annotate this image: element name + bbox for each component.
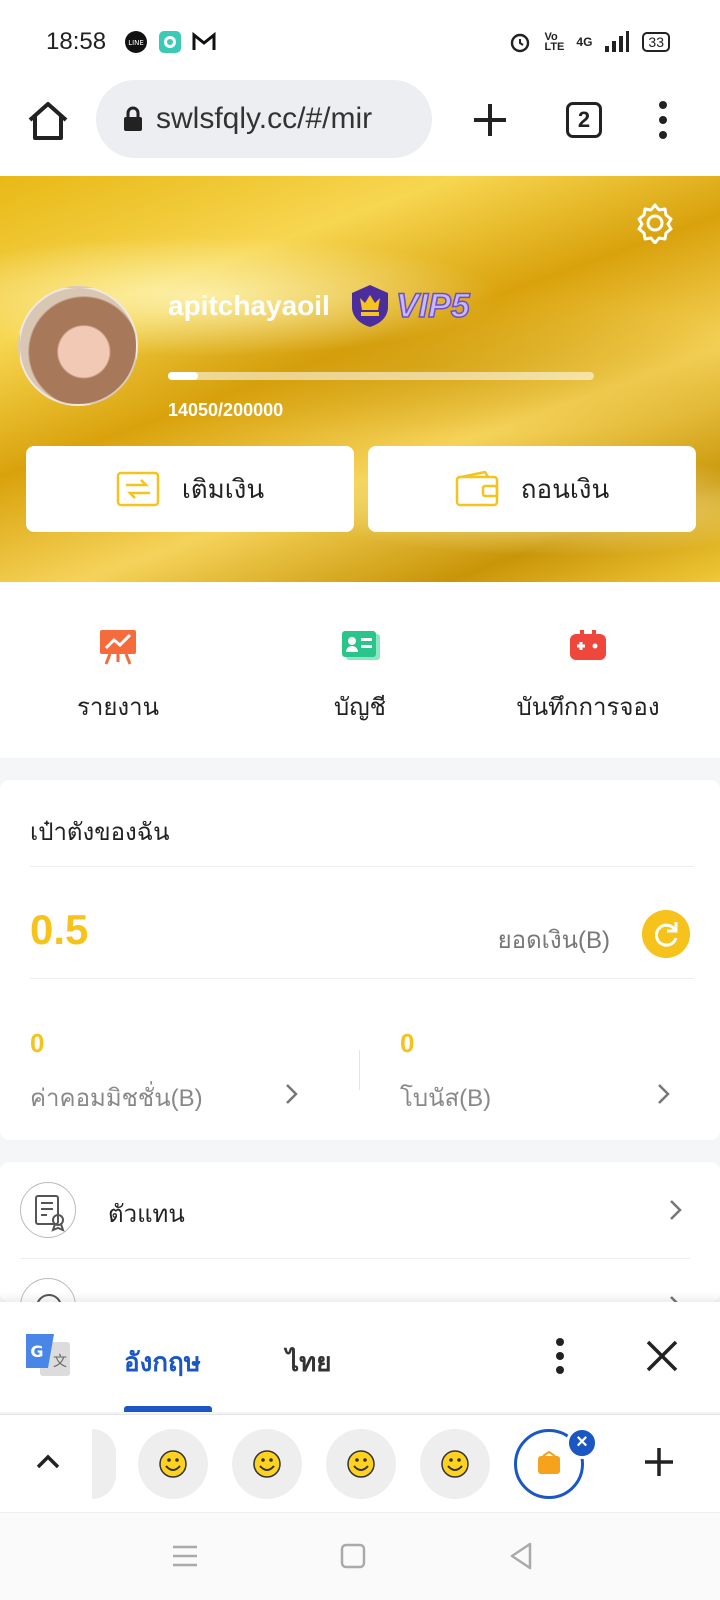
commission-label[interactable]: ค่าคอมมิชชั่น(B) [30, 1078, 203, 1117]
menu-lines-icon[interactable] [168, 1539, 202, 1573]
quick-nav-label: บัญชี [334, 694, 386, 721]
network-type: 4G [576, 35, 593, 49]
menu-icon-wrap [20, 1278, 76, 1302]
bonus-label[interactable]: โบนัส(B) [400, 1078, 491, 1117]
chevron-right-icon [670, 1200, 682, 1220]
new-tab-icon[interactable] [468, 98, 512, 142]
agent-document-icon [35, 1195, 65, 1232]
report-chart-icon [100, 630, 136, 665]
emoji-icon [253, 1450, 281, 1478]
commission-value: 0 [30, 1028, 45, 1058]
wallet-title: เป๋าตังของฉัน [30, 819, 170, 846]
plus-icon[interactable] [642, 1445, 676, 1479]
wallet-balance-label: ยอดเงิน(B) [497, 927, 610, 954]
target-language-tab[interactable]: ไทย [286, 1342, 331, 1383]
emoji-icon [441, 1450, 469, 1478]
lock-icon [124, 106, 142, 131]
url-text: swlsfqly.cc/#/mir [156, 102, 373, 135]
deposit-icon [116, 471, 160, 507]
emoji-icon [347, 1450, 375, 1478]
bubble-tray: × [0, 1414, 720, 1512]
more-vert-icon[interactable] [648, 98, 678, 142]
avatar[interactable] [18, 286, 138, 406]
wallet-card: เป๋าตังของฉัน 0.5 ยอดเงิน(B) 0 ค่าคอมมิช… [0, 780, 720, 1140]
username: apitchayaoil [168, 290, 330, 321]
wallet-balance: 0.5 [30, 906, 89, 953]
chevron-right-icon [670, 1296, 678, 1302]
bubble-partial[interactable] [92, 1429, 116, 1499]
deposit-label: เติมเงิน [181, 473, 265, 504]
profile-header: apitchayaoil VIP5 14050/200000 เติมเงิน … [0, 176, 720, 582]
chevron-right-icon[interactable] [284, 1082, 300, 1106]
system-nav-bar [0, 1512, 720, 1600]
translate-bar: G文 อังกฤษ ไทย [0, 1302, 720, 1412]
back-triangle-icon[interactable] [504, 1539, 538, 1573]
address-bar[interactable]: swlsfqly.cc/#/mir [96, 80, 432, 158]
chevron-up-icon[interactable] [34, 1447, 62, 1475]
volte-icon: Vo LTE [544, 31, 565, 53]
quick-nav-account[interactable]: บัญชี [260, 626, 460, 726]
quick-nav: รายงาน บัญชี บันทึกการจอง [0, 582, 720, 758]
google-translate-icon[interactable]: G文 [24, 1332, 72, 1378]
gmail-icon [192, 31, 216, 50]
chat-bubble-icon [159, 31, 181, 53]
close-bubble-button[interactable]: × [566, 1427, 598, 1459]
svg-text:文: 文 [53, 1354, 67, 1370]
status-time: 18:58 [46, 28, 107, 55]
quick-nav-report[interactable]: รายงาน [18, 626, 218, 726]
smile-icon [37, 1294, 61, 1302]
game-controller-icon [570, 630, 606, 660]
bonus-value: 0 [400, 1028, 415, 1058]
menu-item-partial[interactable] [0, 1258, 720, 1302]
app-favicon-icon [538, 1450, 560, 1474]
divider [30, 866, 694, 867]
battery-icon: 33 [642, 32, 670, 52]
svg-text:G: G [30, 1342, 43, 1361]
browser-toolbar: swlsfqly.cc/#/mir 2 [0, 80, 720, 176]
tabs-count-button[interactable]: 2 [566, 102, 602, 138]
emoji-bubble[interactable] [232, 1429, 302, 1499]
divider [359, 1050, 360, 1090]
vip-crown-icon [352, 285, 388, 327]
emoji-bubble[interactable] [138, 1429, 208, 1499]
chevron-right-icon[interactable] [656, 1082, 672, 1106]
home-square-icon[interactable] [336, 1539, 370, 1573]
gear-icon[interactable] [634, 202, 676, 244]
emoji-bubble[interactable] [420, 1429, 490, 1499]
menu-item-label: ตัวแทน [108, 1201, 185, 1228]
notification-icons: LINE [124, 30, 216, 54]
account-card-icon [342, 631, 380, 660]
emoji-bubble[interactable] [326, 1429, 396, 1499]
svg-text:LINE: LINE [128, 39, 144, 47]
quick-nav-bookings[interactable]: บันทึกการจอง [488, 626, 688, 726]
system-icons: Vo LTE 4G 33 [508, 30, 670, 54]
alarm-icon [511, 33, 530, 53]
emoji-icon [159, 1450, 187, 1478]
active-tab-indicator [124, 1406, 212, 1412]
withdraw-label: ถอนเงิน [520, 473, 610, 504]
menu-item-agent[interactable]: ตัวแทน [0, 1162, 720, 1258]
vip-level: VIP5 [395, 286, 470, 326]
vip-progress-label: 14050/200000 [168, 400, 284, 420]
quick-nav-label: รายงาน [76, 694, 160, 721]
line-icon: LINE [125, 31, 147, 53]
withdraw-button[interactable]: ถอนเงิน [368, 446, 696, 532]
more-vert-icon[interactable] [548, 1336, 572, 1376]
quick-nav-label: บันทึกการจอง [516, 694, 660, 721]
vip-progress-bar [168, 372, 594, 380]
wallet-icon [455, 471, 498, 507]
divider [30, 978, 694, 979]
refresh-icon[interactable] [642, 910, 690, 958]
vip-badge: VIP5 [346, 282, 470, 330]
deposit-button[interactable]: เติมเงิน [26, 446, 354, 532]
close-icon[interactable] [644, 1338, 680, 1374]
source-language-tab[interactable]: อังกฤษ [124, 1342, 201, 1383]
signal-icon [605, 31, 630, 52]
vip-progress-fill [168, 372, 198, 380]
home-icon[interactable] [24, 98, 72, 146]
status-bar: 18:58 LINE Vo LTE 4G 33 [0, 0, 720, 80]
menu-list: ตัวแทน [0, 1162, 720, 1302]
menu-icon-wrap [20, 1182, 76, 1238]
